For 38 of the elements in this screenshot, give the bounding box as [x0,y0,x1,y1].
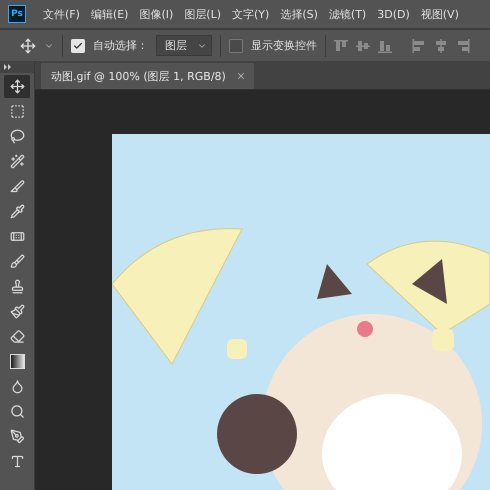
checkbox-label: 自动选择： [93,38,148,53]
menu-item[interactable]: 视图(V) [420,6,459,22]
lasso-icon [10,129,24,144]
move-icon [10,79,24,94]
menu-item[interactable]: 选择(S) [280,6,318,22]
menu-item[interactable]: 文件(F) [43,6,80,22]
knife-icon [10,179,24,194]
pen-icon [10,429,24,444]
menu-item[interactable]: 滤镜(T) [328,6,366,22]
menu-item[interactable]: 文字(Y) [232,6,270,22]
tool-button[interactable] [4,75,30,98]
menu-item[interactable]: 图像(I) [139,6,174,22]
stamp-icon [10,279,24,294]
dropdown[interactable]: 图层 [156,35,212,56]
checkmark-icon [73,40,83,50]
bandage-icon [10,229,24,244]
collapse-icon[interactable] [0,61,34,73]
droplet-icon [10,379,24,394]
app-logo[interactable]: Ps [8,5,26,23]
gradient-icon [10,354,24,369]
brush-icon [10,254,24,269]
checkbox[interactable] [229,38,243,52]
marquee-icon [10,104,24,119]
tab-title: 动图.gif @ 100% (图层 1, RGB/8) [51,68,226,84]
menu-item[interactable]: 图层(L) [184,6,222,22]
dropdown-value: 图层 [165,38,187,53]
magic-wand-icon [10,154,24,169]
close-icon[interactable] [236,71,246,81]
move-icon[interactable] [20,38,36,54]
menu-item[interactable]: 3D(D) [377,8,410,20]
eyedropper-icon [10,204,24,219]
eraser-icon [10,329,24,344]
text-tool-icon [10,454,24,469]
document-tab[interactable]: 动图.gif @ 100% (图层 1, RGB/8) [41,63,254,89]
menu-item[interactable]: 编辑(E) [90,6,128,22]
checkbox-label: 显示变换控件 [251,38,317,53]
magnifier-icon [10,404,24,419]
paintbrush-icon [10,304,24,319]
